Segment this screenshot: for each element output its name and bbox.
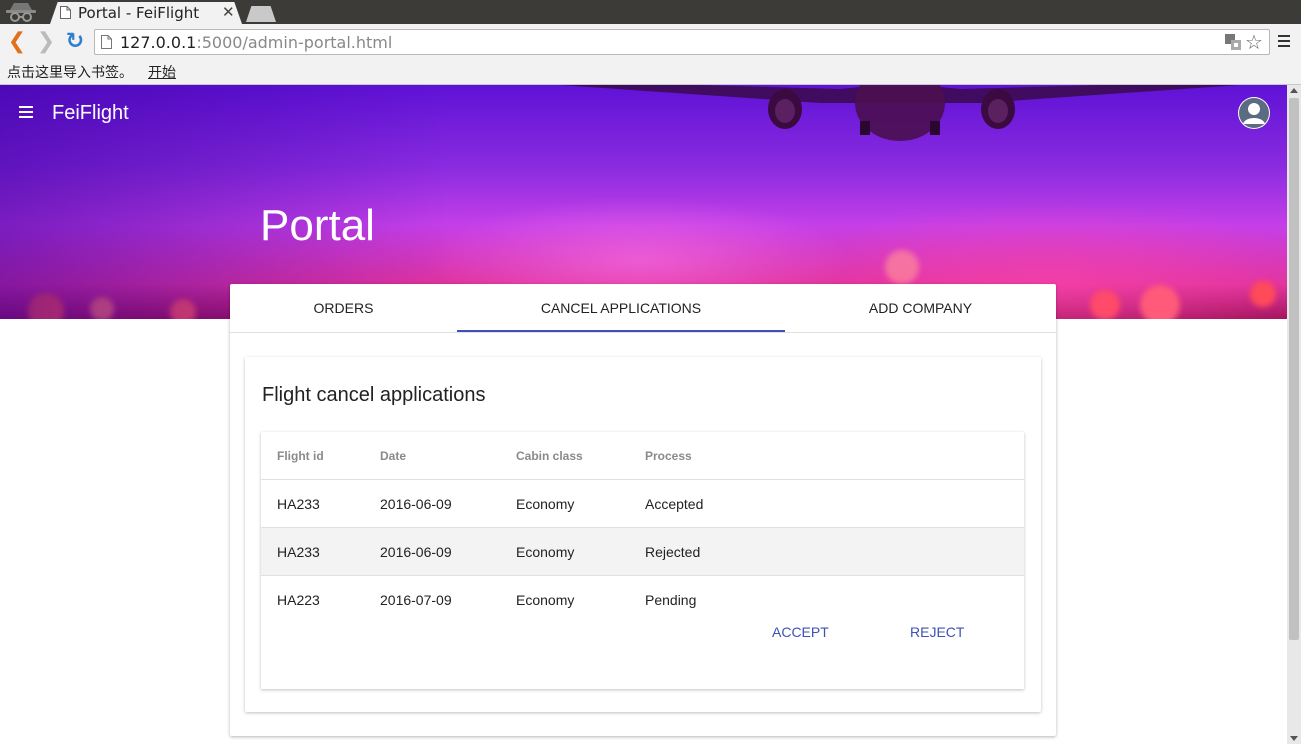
page-info-icon <box>101 35 112 49</box>
table-row[interactable]: HA223 2016-07-09 Economy Pending ACCEPT … <box>261 575 1024 689</box>
table-row[interactable]: HA233 2016-06-09 Economy Rejected <box>261 527 1024 575</box>
bokeh-light <box>1250 281 1276 307</box>
browser-tab-title: Portal - FeiFlight <box>78 4 200 22</box>
cell-flight-id: HA223 <box>277 592 320 608</box>
bookmark-star-icon[interactable]: ☆ <box>1245 30 1263 55</box>
reload-icon[interactable]: ↻ <box>62 28 88 54</box>
bookmarks-import-prompt: 点击这里导入书签。 <box>7 65 133 81</box>
new-tab-button[interactable] <box>246 6 276 22</box>
accept-button[interactable]: ACCEPT <box>772 624 829 640</box>
person-icon <box>1239 98 1269 128</box>
bokeh-light <box>885 250 919 284</box>
browser-tabstrip: Portal - FeiFlight ✕ <box>0 0 1301 24</box>
scrollbar-thumb[interactable] <box>1289 98 1299 640</box>
bokeh-light <box>170 299 196 319</box>
cell-date: 2016-06-09 <box>380 496 452 512</box>
cancel-applications-panel: Flight cancel applications Flight id Dat… <box>245 357 1041 712</box>
bokeh-light <box>90 297 114 319</box>
bookmarks-bar: 点击这里导入书签。 开始 <box>0 60 1301 85</box>
cell-process: Accepted <box>645 496 704 512</box>
page-scrollbar[interactable] <box>1287 85 1301 744</box>
tab-orders[interactable]: ORDERS <box>230 284 457 333</box>
cell-process: Rejected <box>645 544 701 560</box>
cell-date: 2016-06-09 <box>380 544 452 560</box>
browser-toolbar: ❮ ❯ ↻ 127.0.0.1:5000/admin-portal.html ☆ <box>0 24 1301 60</box>
reject-button[interactable]: REJECT <box>910 624 964 640</box>
browser-menu-icon[interactable] <box>1278 35 1290 47</box>
bookmarks-start-link[interactable]: 开始 <box>148 62 176 82</box>
tab-add-company[interactable]: ADD COMPANY <box>785 284 1056 333</box>
page-title: Portal <box>260 201 375 250</box>
cell-cabin-class: Economy <box>516 592 575 608</box>
portal-card: ORDERS CANCEL APPLICATIONS ADD COMPANY F… <box>230 284 1056 736</box>
bokeh-light <box>1140 285 1180 319</box>
close-tab-icon[interactable]: ✕ <box>222 3 235 21</box>
section-title: Flight cancel applications <box>262 384 486 406</box>
column-header-process: Process <box>645 449 692 463</box>
bokeh-light <box>1090 290 1120 319</box>
app-title: FeiFlight <box>52 102 129 124</box>
portal-tabs: ORDERS CANCEL APPLICATIONS ADD COMPANY <box>230 284 1056 333</box>
cell-process: Pending <box>645 592 697 608</box>
incognito-icon <box>6 3 36 22</box>
cell-date: 2016-07-09 <box>380 592 452 608</box>
active-tab-indicator <box>457 330 785 332</box>
column-header-cabin-class: Cabin class <box>516 449 583 463</box>
url-text[interactable]: 127.0.0.1:5000/admin-portal.html <box>120 33 392 52</box>
scroll-up-icon[interactable] <box>1290 88 1298 93</box>
cell-cabin-class: Economy <box>516 496 575 512</box>
page-viewport: FeiFlight Portal ORDERS CANCEL APPLICATI… <box>0 85 1287 744</box>
url-host: 127.0.0.1 <box>120 33 197 52</box>
cancel-applications-table: Flight id Date Cabin class Process HA233… <box>261 432 1024 689</box>
forward-arrow-icon[interactable]: ❯ <box>33 28 59 54</box>
tab-cancel-applications[interactable]: CANCEL APPLICATIONS <box>457 284 785 333</box>
scroll-down-icon[interactable] <box>1290 736 1298 741</box>
page-icon <box>60 6 71 19</box>
column-header-date: Date <box>380 449 407 463</box>
cell-cabin-class: Economy <box>516 544 575 560</box>
table-row[interactable]: HA233 2016-06-09 Economy Accepted <box>261 479 1024 527</box>
column-header-flight-id: Flight id <box>277 449 324 463</box>
airplane-image <box>560 85 1240 141</box>
cell-flight-id: HA233 <box>277 496 320 512</box>
url-path: :5000/admin-portal.html <box>196 33 393 52</box>
user-avatar-icon[interactable] <box>1238 97 1270 129</box>
address-bar[interactable]: 127.0.0.1:5000/admin-portal.html ☆ <box>94 29 1270 55</box>
cell-flight-id: HA233 <box>277 544 320 560</box>
hamburger-menu-icon[interactable] <box>19 106 33 118</box>
back-arrow-icon[interactable]: ❮ <box>4 28 30 54</box>
bokeh-light <box>28 293 64 319</box>
translate-icon[interactable] <box>1225 34 1241 50</box>
